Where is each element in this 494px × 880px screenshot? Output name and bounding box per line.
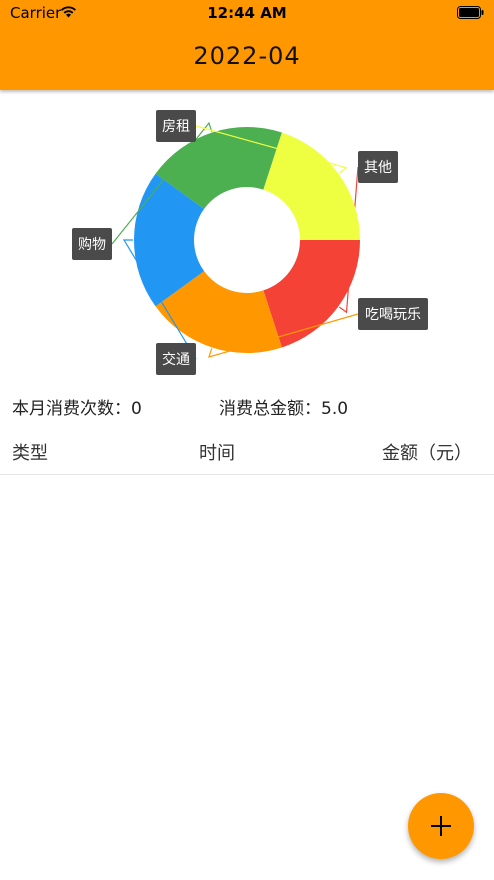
donut-slice-0[interactable]	[263, 240, 360, 348]
slice-label-4: 房租	[156, 110, 196, 142]
status-bar: Carrier 12:44 AM	[0, 0, 494, 26]
plus-icon	[431, 816, 451, 836]
table-header: 类型 时间 金额（元）	[0, 436, 494, 475]
column-amount: 金额（元）	[382, 443, 472, 464]
monthly-count: 本月消费次数：0	[12, 394, 142, 419]
total-label: 消费总金额：	[219, 399, 321, 419]
slice-label-2: 交通	[156, 343, 196, 375]
month-title[interactable]: 2022-04	[0, 42, 494, 70]
donut-svg: 其他吃喝玩乐交通 购物 房租	[72, 110, 428, 375]
count-label: 本月消费次数：	[12, 399, 131, 419]
count-value: 0	[131, 399, 142, 419]
slice-label-text-3: 购物	[78, 237, 106, 253]
slice-label-1: 吃喝玩乐	[358, 298, 428, 330]
total-value: 5.0	[321, 399, 349, 419]
battery-icon	[457, 6, 484, 19]
expense-donut-chart: 其他吃喝玩乐交通 购物 房租	[0, 92, 494, 382]
nav-bar: 2022-04	[0, 26, 494, 90]
slice-label-0: 其他	[358, 151, 398, 183]
slice-label-text-0: 其他	[364, 160, 392, 176]
status-time: 12:44 AM	[207, 4, 287, 22]
add-record-button[interactable]	[408, 793, 474, 859]
monthly-total: 消费总金额：5.0	[219, 394, 348, 419]
slice-label-text-4: 房租	[162, 119, 190, 135]
slice-label-text-1: 吃喝玩乐	[365, 307, 421, 323]
column-time: 时间	[199, 443, 235, 464]
column-type: 类型	[12, 443, 48, 464]
slice-label-text-2: 交通	[162, 351, 190, 368]
slice-label-3: 购物	[72, 228, 112, 260]
